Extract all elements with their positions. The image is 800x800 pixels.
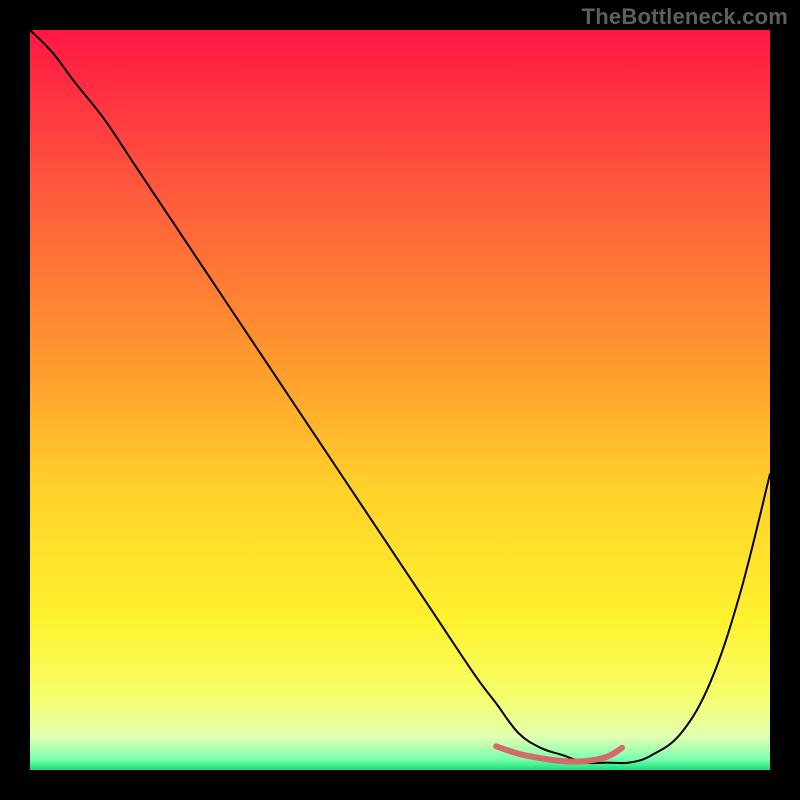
chart-plot-area xyxy=(30,30,770,770)
watermark-text: TheBottleneck.com xyxy=(582,4,788,30)
chart-frame: TheBottleneck.com xyxy=(0,0,800,800)
chart-background xyxy=(30,30,770,770)
